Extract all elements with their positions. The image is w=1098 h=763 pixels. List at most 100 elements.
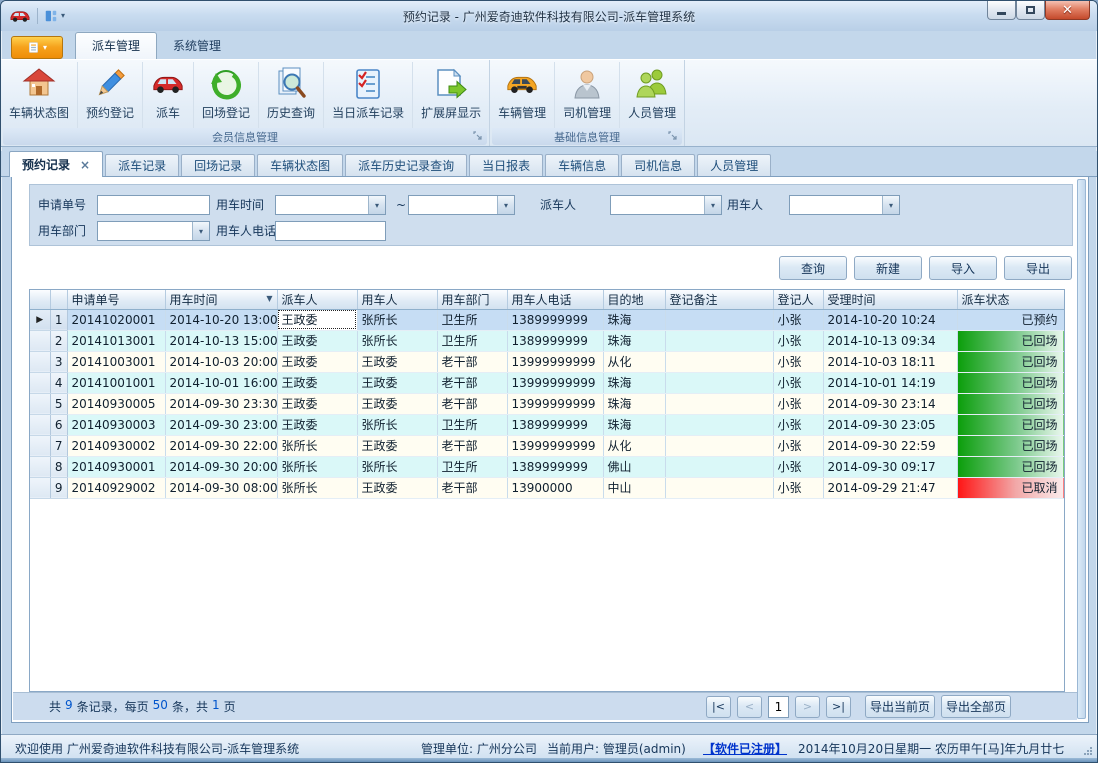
table-cell[interactable]: 20140930001 (67, 456, 165, 477)
table-cell[interactable]: 小张 (773, 372, 823, 393)
table-cell[interactable]: 小张 (773, 435, 823, 456)
tab-personnel-manage[interactable]: 人员管理 (697, 154, 771, 176)
new-button[interactable]: 新建 (854, 256, 922, 280)
table-row[interactable]: 2 20141013001 2014-10-13 15:00 王政委 张所长 卫… (30, 330, 1064, 351)
table-cell[interactable]: 老干部 (437, 435, 507, 456)
table-cell[interactable]: 张所长 (277, 477, 357, 498)
table-cell[interactable]: 20141003001 (67, 351, 165, 372)
table-cell[interactable]: 2014-09-30 22:00 (165, 435, 277, 456)
table-cell[interactable]: 2014-10-03 18:11 (823, 351, 957, 372)
user-combo[interactable]: ▾ (789, 195, 900, 215)
dispatch-button[interactable]: 派车 (143, 62, 194, 128)
table-cell[interactable]: 2014-09-30 23:14 (823, 393, 957, 414)
table-row[interactable]: ▶ 1 20141020001 2014-10-20 13:00 王政委 张所长… (30, 309, 1064, 330)
chevron-down-icon[interactable]: ▾ (368, 196, 385, 214)
maximize-button[interactable] (1016, 1, 1045, 20)
first-page-button[interactable]: |< (706, 696, 731, 718)
phone-input[interactable] (275, 221, 386, 241)
table-row[interactable]: 9 20140929002 2014-09-30 08:00 张所长 王政委 老… (30, 477, 1064, 498)
reservation-register-button[interactable]: 预约登记 (78, 62, 143, 128)
table-cell[interactable]: 王政委 (277, 414, 357, 435)
table-cell[interactable]: 王政委 (277, 351, 357, 372)
table-cell[interactable]: 卫生所 (437, 414, 507, 435)
table-cell[interactable]: 1389999999 (507, 414, 603, 435)
table-cell[interactable]: 2014-10-13 09:34 (823, 330, 957, 351)
table-cell[interactable]: 张所长 (357, 456, 437, 477)
department-combo[interactable]: ▾ (97, 221, 210, 241)
table-cell[interactable]: 珠海 (603, 372, 665, 393)
driver-manage-button[interactable]: 司机管理 (555, 62, 620, 128)
tab-vehicle-info[interactable]: 车辆信息 (545, 154, 619, 176)
license-link[interactable]: 【软件已注册】 (703, 740, 787, 757)
row-indicator-cell[interactable] (30, 330, 50, 351)
table-cell[interactable] (665, 393, 773, 414)
vehicle-status-map-button[interactable]: 车辆状态图 (1, 62, 78, 128)
table-cell[interactable]: 珠海 (603, 309, 665, 330)
table-cell[interactable]: 2014-09-30 23:05 (823, 414, 957, 435)
table-cell[interactable]: 13999999999 (507, 435, 603, 456)
table-cell[interactable]: 王政委 (357, 351, 437, 372)
application-menu-button[interactable]: ▾ (11, 36, 63, 59)
table-cell[interactable]: 老干部 (437, 477, 507, 498)
header-dispatcher[interactable]: 派车人 (277, 290, 357, 309)
table-cell[interactable]: 王政委 (277, 372, 357, 393)
table-cell[interactable] (665, 351, 773, 372)
status-cell[interactable]: 已回场 (957, 435, 1064, 456)
table-row[interactable]: 3 20141003001 2014-10-03 20:00 王政委 王政委 老… (30, 351, 1064, 372)
row-number-cell[interactable]: 4 (50, 372, 67, 393)
table-row[interactable]: 7 20140930002 2014-09-30 22:00 张所长 王政委 老… (30, 435, 1064, 456)
table-cell[interactable]: 20141020001 (67, 309, 165, 330)
table-cell[interactable]: 从化 (603, 351, 665, 372)
table-cell[interactable] (665, 372, 773, 393)
extended-screen-button[interactable]: 扩展屏显示 (413, 62, 489, 128)
table-cell[interactable]: 1389999999 (507, 309, 603, 330)
personnel-manage-button[interactable]: 人员管理 (620, 62, 684, 128)
table-cell[interactable] (665, 477, 773, 498)
return-register-button[interactable]: 回场登记 (194, 62, 259, 128)
table-cell[interactable]: 王政委 (277, 330, 357, 351)
header-department[interactable]: 用车部门 (437, 290, 507, 309)
table-cell[interactable]: 20141013001 (67, 330, 165, 351)
table-cell[interactable]: 老干部 (437, 372, 507, 393)
next-page-button[interactable]: > (795, 696, 820, 718)
table-cell[interactable]: 2014-10-01 16:00 (165, 372, 277, 393)
table-cell[interactable] (665, 330, 773, 351)
status-cell[interactable]: 已回场 (957, 414, 1064, 435)
table-cell[interactable]: 20140930003 (67, 414, 165, 435)
chevron-down-icon[interactable]: ▾ (882, 196, 899, 214)
header-remark[interactable]: 登记备注 (665, 290, 773, 309)
header-destination[interactable]: 目的地 (603, 290, 665, 309)
status-cell[interactable]: 已回场 (957, 372, 1064, 393)
row-indicator-cell[interactable] (30, 456, 50, 477)
status-cell[interactable]: 已回场 (957, 393, 1064, 414)
row-number-cell[interactable]: 8 (50, 456, 67, 477)
export-current-page-button[interactable]: 导出当前页 (865, 695, 935, 718)
row-indicator-cell[interactable] (30, 351, 50, 372)
table-cell[interactable]: 王政委 (357, 393, 437, 414)
resize-grip[interactable] (1083, 746, 1093, 756)
tab-return-records[interactable]: 回场记录 (181, 154, 255, 176)
table-cell[interactable]: 2014-09-30 23:00 (165, 414, 277, 435)
status-cell[interactable]: 已回场 (957, 351, 1064, 372)
table-cell[interactable]: 小张 (773, 351, 823, 372)
history-query-button[interactable]: 历史查询 (259, 62, 324, 128)
row-indicator-cell[interactable] (30, 477, 50, 498)
table-cell[interactable]: 王政委 (357, 435, 437, 456)
table-cell[interactable]: 13900000 (507, 477, 603, 498)
header-accept-time[interactable]: 受理时间 (823, 290, 957, 309)
header-registrar[interactable]: 登记人 (773, 290, 823, 309)
vehicle-manage-button[interactable]: 车辆管理 (490, 62, 555, 128)
table-cell[interactable]: 20140930002 (67, 435, 165, 456)
tab-vehicle-status-map[interactable]: 车辆状态图 (257, 154, 343, 176)
last-page-button[interactable]: >| (826, 696, 851, 718)
table-cell[interactable]: 老干部 (437, 351, 507, 372)
tab-reservation-records[interactable]: 预约记录 × (9, 151, 103, 177)
table-cell[interactable]: 佛山 (603, 456, 665, 477)
ribbon-tab-system[interactable]: 系统管理 (157, 33, 237, 59)
table-cell[interactable]: 13999999999 (507, 372, 603, 393)
table-row[interactable]: 5 20140930005 2014-09-30 23:30 王政委 王政委 老… (30, 393, 1064, 414)
prev-page-button[interactable]: < (737, 696, 762, 718)
table-cell[interactable]: 13999999999 (507, 393, 603, 414)
table-cell[interactable]: 王政委 (357, 477, 437, 498)
chevron-down-icon[interactable]: ▾ (704, 196, 721, 214)
